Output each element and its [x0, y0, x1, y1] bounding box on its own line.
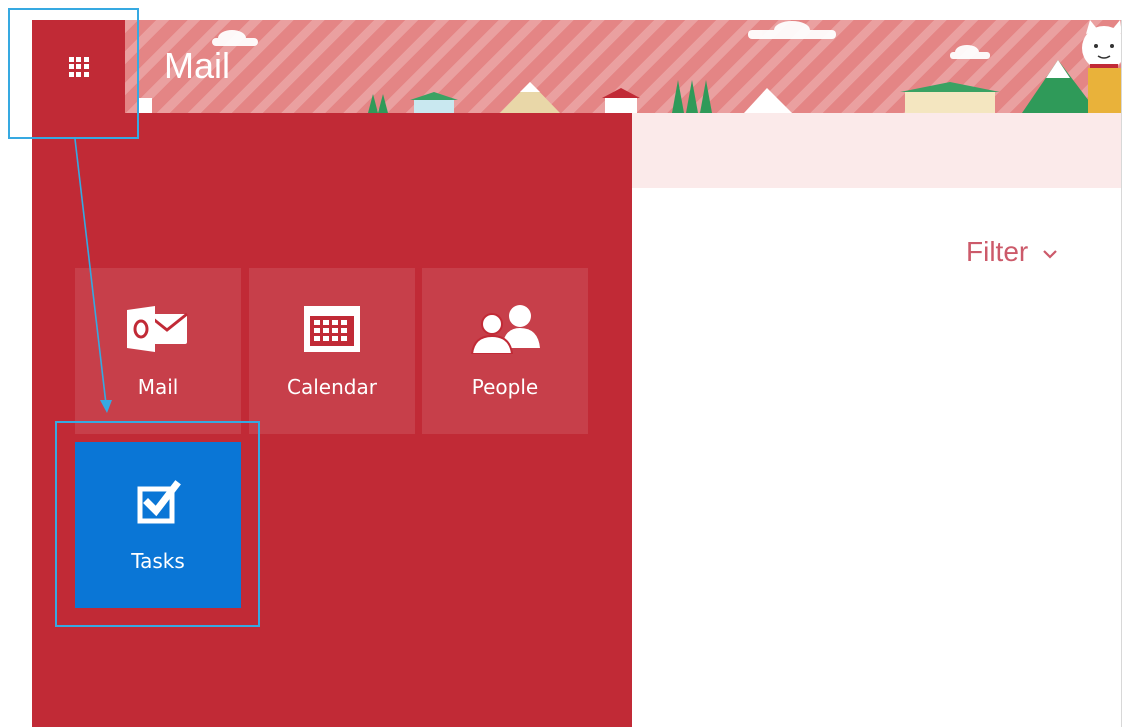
chevron-down-icon — [1042, 245, 1058, 263]
filter-label: Filter — [966, 236, 1029, 267]
tile-calendar-label: Calendar — [287, 375, 377, 399]
tile-mail[interactable]: Mail — [75, 268, 241, 434]
theme-header: Mail — [32, 20, 1121, 113]
people-icon — [468, 304, 542, 354]
tile-mail-label: Mail — [137, 375, 179, 399]
lucky-cat-icon — [1082, 20, 1121, 113]
tile-calendar[interactable]: Calendar — [249, 268, 415, 434]
calendar-icon — [302, 304, 362, 354]
app-title: Mail — [164, 45, 231, 86]
tile-people[interactable]: People — [422, 268, 588, 434]
tile-people-label: People — [471, 375, 539, 399]
tasks-checkbox-icon — [134, 478, 182, 528]
outlook-window: Mail Mail Calendar People Tasks Filter — [32, 20, 1122, 727]
outlook-icon — [125, 304, 191, 354]
tile-tasks-label: Tasks — [131, 549, 185, 573]
app-launcher-panel: Mail Calendar People Tasks — [32, 113, 632, 727]
waffle-grid-icon — [68, 56, 89, 77]
tile-tasks[interactable]: Tasks — [75, 442, 241, 608]
right-pane-band — [632, 113, 1121, 188]
app-launcher-button[interactable] — [32, 20, 125, 113]
filter-dropdown[interactable]: Filter — [966, 236, 1058, 268]
